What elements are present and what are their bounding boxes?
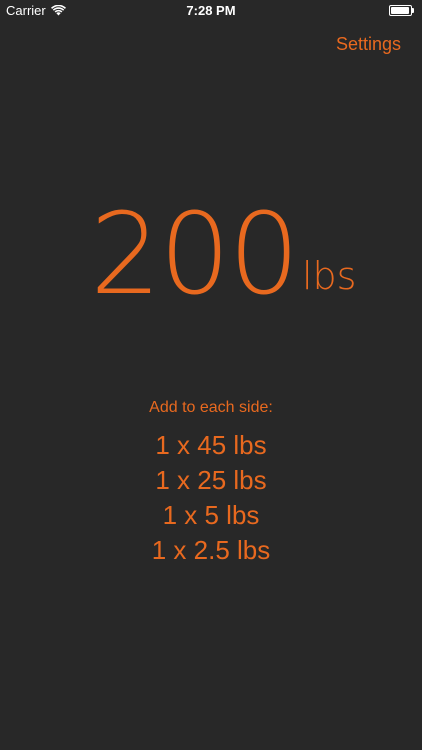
- plate-item: 1 x 2.5 lbs: [151, 535, 271, 565]
- plate-item: 1 x 45 lbs: [155, 430, 267, 460]
- status-time: 7:28 PM: [186, 3, 236, 18]
- settings-button[interactable]: Settings: [336, 34, 401, 55]
- total-weight-unit: lbs: [302, 254, 357, 298]
- status-bar: Carrier 7:28 PM: [0, 0, 422, 22]
- plate-item: 1 x 5 lbs: [162, 500, 260, 530]
- battery-icon: [389, 5, 414, 16]
- plate-item: 1 x 25 lbs: [155, 465, 267, 495]
- total-weight-value: 200: [90, 190, 300, 320]
- plate-instructions: Add to each side: 1 x 45 lbs 1 x 25 lbs …: [0, 398, 422, 568]
- battery-tip: [412, 8, 414, 13]
- plate-list: 1 x 45 lbs 1 x 25 lbs 1 x 5 lbs 1 x 2.5 …: [0, 428, 422, 568]
- plate-instructions-heading: Add to each side:: [149, 399, 273, 416]
- weight-display: 200 lbs: [0, 190, 422, 320]
- battery-fill: [391, 7, 409, 14]
